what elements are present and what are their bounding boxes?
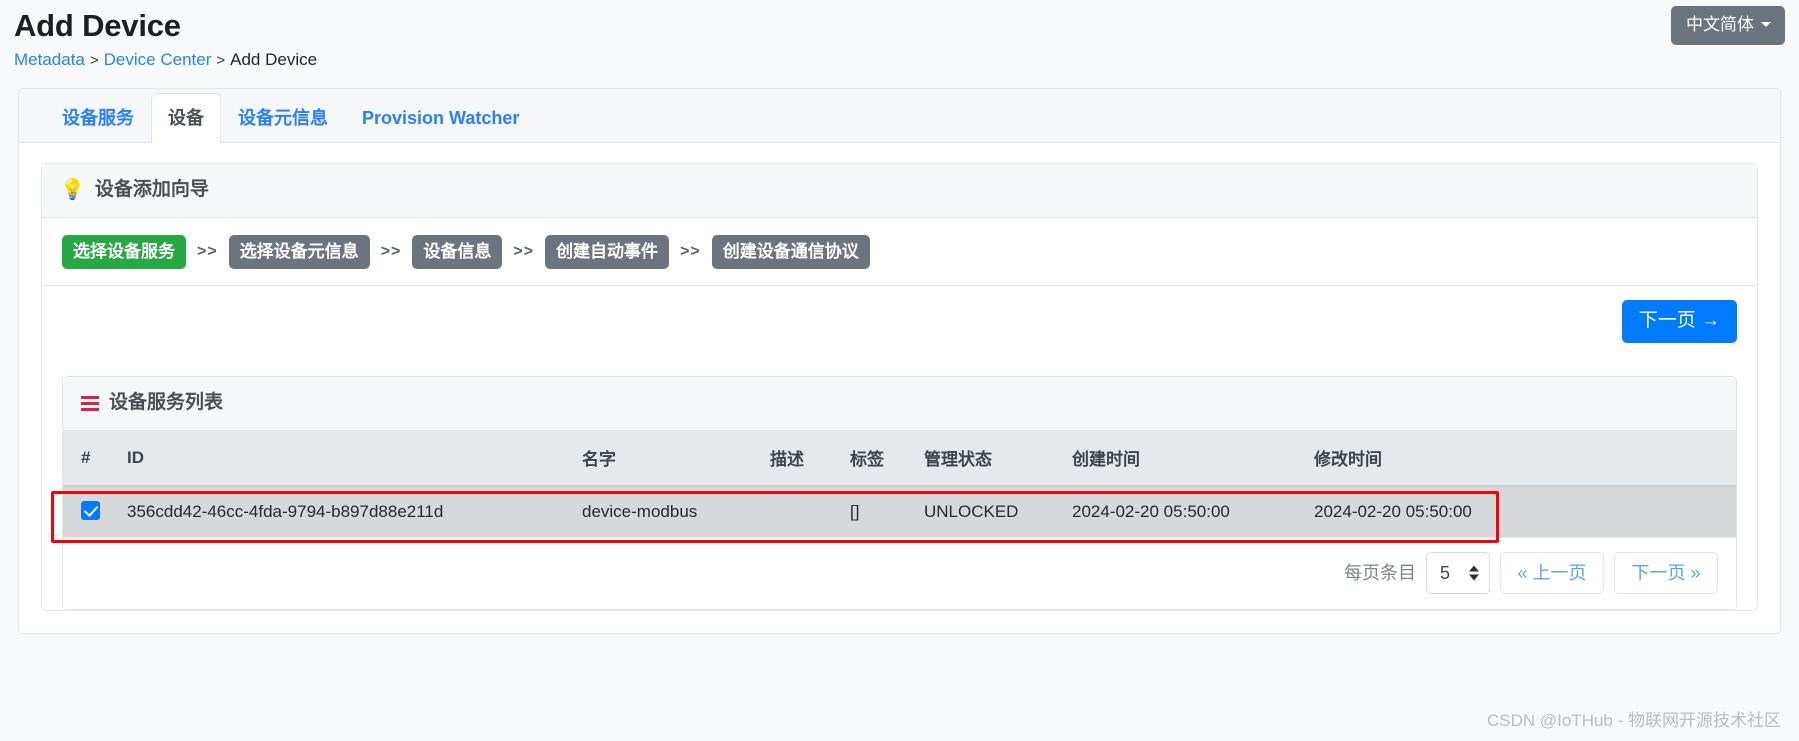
row-checkbox-cell[interactable] (63, 485, 117, 537)
tab-provision-watcher[interactable]: Provision Watcher (345, 93, 536, 143)
column-header-description[interactable]: 描述 (760, 431, 840, 487)
cell-modified: 2024-02-20 05:50:00 (1304, 485, 1736, 537)
next-page-button-bottom[interactable]: 下一页 » (1614, 552, 1718, 594)
breadcrumb: Metadata > Device Center > Add Device (14, 48, 1781, 73)
table-header-row: # ID 名字 描述 标签 管理状态 创建时间 修改时间 (63, 431, 1736, 487)
breadcrumb-item-device-center[interactable]: Device Center (104, 50, 212, 69)
lightbulb-icon: 💡 (60, 179, 85, 201)
column-header-index[interactable]: # (63, 431, 117, 487)
wizard-step-create-protocol[interactable]: 创建设备通信协议 (711, 235, 870, 269)
wizard-step-select-device-service[interactable]: 选择设备服务 (62, 235, 186, 269)
wizard-panel: 💡 设备添加向导 选择设备服务 >> 选择设备元信息 >> 设备信息 >> 创建… (41, 163, 1758, 611)
wizard-step-device-info[interactable]: 设备信息 (412, 235, 503, 269)
page-root: Add Device Metadata > Device Center > Add De… (0, 0, 1799, 741)
column-header-created[interactable]: 创建时间 (1062, 431, 1304, 487)
device-service-list-title: 设备服务列表 (109, 392, 224, 413)
wizard-step-separator: >> (197, 243, 218, 260)
wizard-title: 设备添加向导 (94, 179, 209, 200)
table-row[interactable]: 356cdd42-46cc-4fda-9794-b897d88e211d dev… (63, 485, 1736, 537)
column-header-labels[interactable]: 标签 (840, 431, 914, 487)
cell-created: 2024-02-20 05:50:00 (1062, 485, 1304, 537)
row-select-checkbox[interactable] (81, 501, 100, 520)
chevron-down-icon (1761, 22, 1771, 27)
watermark: CSDN @IoTHub - 物联网开源技术社区 (1486, 711, 1781, 730)
column-header-name[interactable]: 名字 (572, 431, 760, 487)
page-title: Add Device (14, 8, 181, 43)
tab-bar: 设备服务 设备 设备元信息 Provision Watcher (19, 89, 1780, 143)
per-page-value: 5 (1440, 562, 1451, 583)
wizard-header: 💡 设备添加向导 (42, 164, 1757, 218)
language-selector-button[interactable]: 中文简体 (1671, 6, 1785, 45)
cell-description (760, 485, 840, 537)
tab-device-service[interactable]: 设备服务 (45, 93, 151, 143)
wizard-step-select-device-profile[interactable]: 选择设备元信息 (228, 235, 370, 269)
cell-admin-state: UNLOCKED (914, 485, 1062, 537)
prev-page-button[interactable]: « 上一页 (1500, 552, 1604, 594)
device-service-list-header: 设备服务列表 (63, 377, 1736, 431)
card-body: 💡 设备添加向导 选择设备服务 >> 选择设备元信息 >> 设备信息 >> 创建… (19, 143, 1780, 633)
next-page-button[interactable]: 下一页 → (1621, 300, 1737, 343)
stepper-arrows-icon (1469, 565, 1479, 581)
per-page-select[interactable]: 5 (1426, 552, 1490, 594)
column-header-modified[interactable]: 修改时间 (1304, 431, 1736, 487)
wizard-next-bar: 下一页 → (42, 286, 1757, 358)
breadcrumb-separator: > (216, 52, 226, 69)
page-header: Add Device Metadata > Device Center > Add De… (0, 0, 1799, 88)
wizard-step-separator: >> (380, 243, 402, 260)
cell-id: 356cdd42-46cc-4fda-9794-b897d88e211d (117, 485, 572, 537)
language-selector-label: 中文简体 (1686, 15, 1754, 34)
per-page-label: 每页条目 (1344, 563, 1416, 583)
tab-device[interactable]: 设备 (151, 93, 221, 143)
main-card: 设备服务 设备 设备元信息 Provision Watcher 💡 设备添加向导… (18, 88, 1781, 634)
table-header: # ID 名字 描述 标签 管理状态 创建时间 修改时间 (63, 431, 1736, 487)
wizard-step-create-autoevent[interactable]: 创建自动事件 (545, 235, 670, 269)
cell-labels: [] (840, 485, 914, 537)
breadcrumb-item-add-device: Add Device (230, 50, 318, 69)
column-header-id[interactable]: ID (117, 431, 572, 487)
cell-name: device-modbus (572, 485, 760, 537)
table-body: 356cdd42-46cc-4fda-9794-b897d88e211d dev… (63, 485, 1736, 537)
wizard-steps: 选择设备服务 >> 选择设备元信息 >> 设备信息 >> 创建自动事件 >> 创… (42, 218, 1757, 286)
pagination-bar: 每页条目 5 « 上一页 下一页 » (63, 537, 1736, 609)
breadcrumb-item-metadata[interactable]: Metadata (14, 50, 85, 69)
device-service-table: # ID 名字 描述 标签 管理状态 创建时间 修改时间 356cdd42-46… (63, 431, 1736, 537)
breadcrumb-separator: > (89, 52, 99, 69)
tab-device-profile[interactable]: 设备元信息 (221, 93, 345, 143)
list-icon (81, 395, 99, 411)
column-header-admin-state[interactable]: 管理状态 (914, 431, 1062, 487)
device-service-list-panel: 设备服务列表 # ID 名字 描述 标签 管理状态 创建时间 修改时间 356c… (51, 376, 1737, 610)
wizard-step-separator: >> (680, 243, 701, 260)
wizard-step-separator: >> (513, 243, 535, 260)
